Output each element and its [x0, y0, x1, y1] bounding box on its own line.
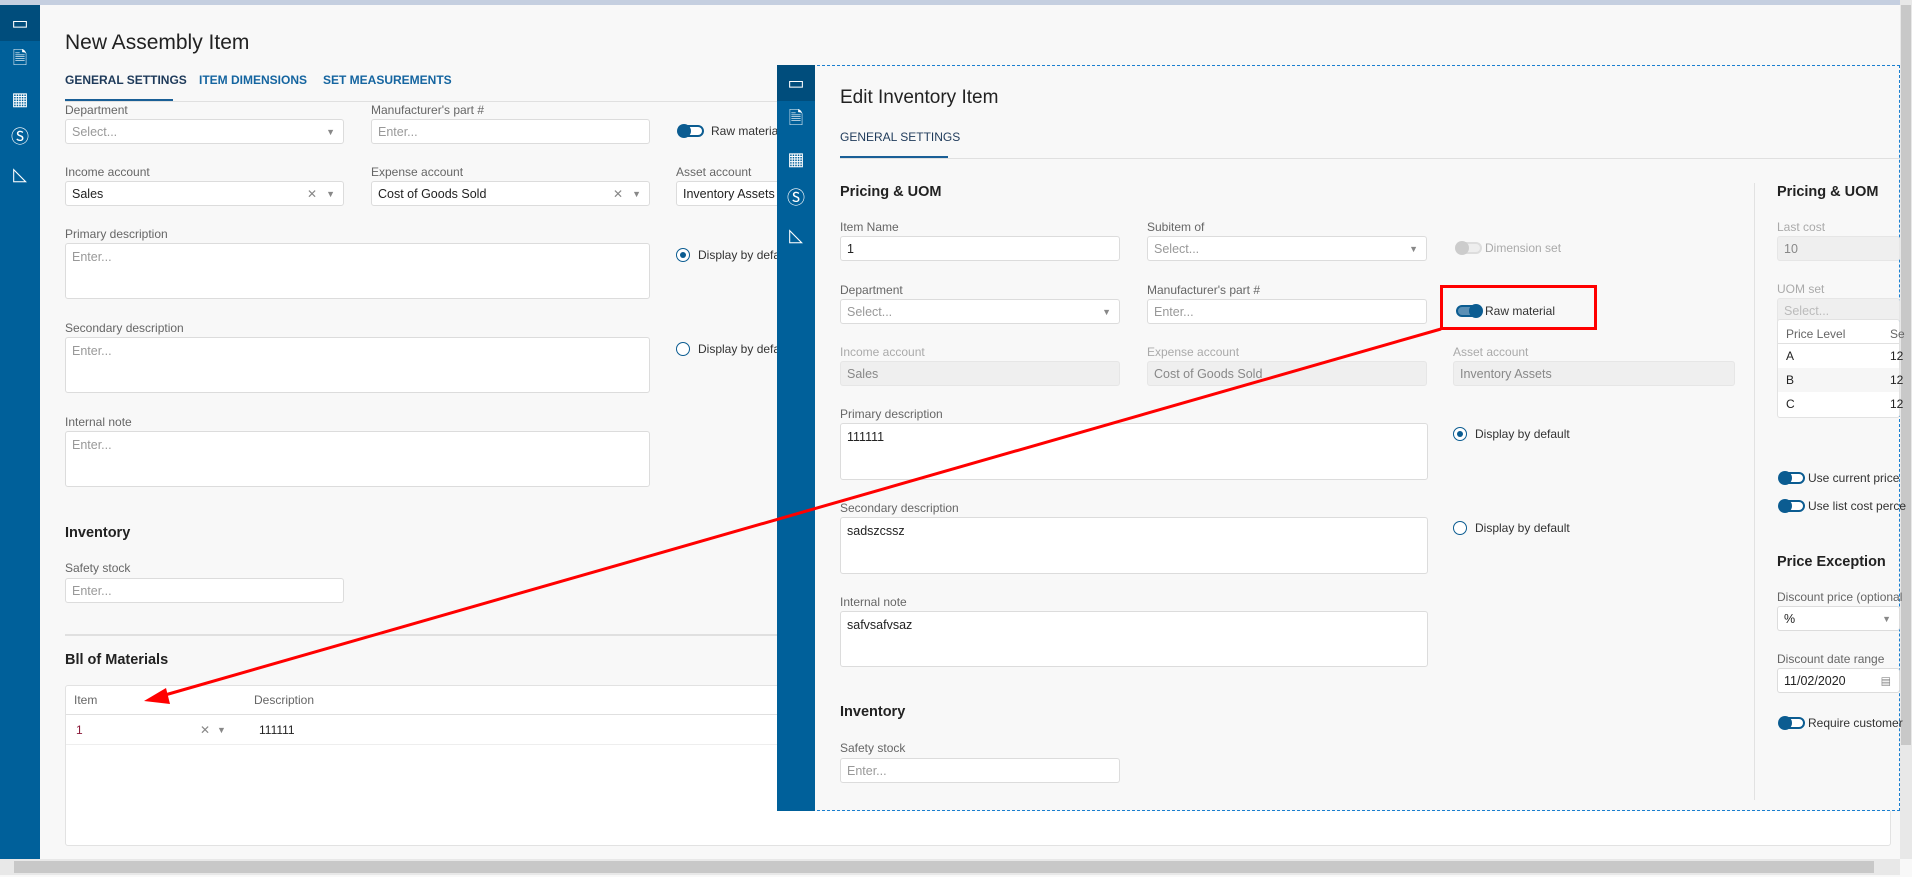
- arrow-line: [157, 327, 1442, 699]
- annotation-arrow: [144, 327, 1442, 704]
- arrow-head-icon: [144, 688, 170, 704]
